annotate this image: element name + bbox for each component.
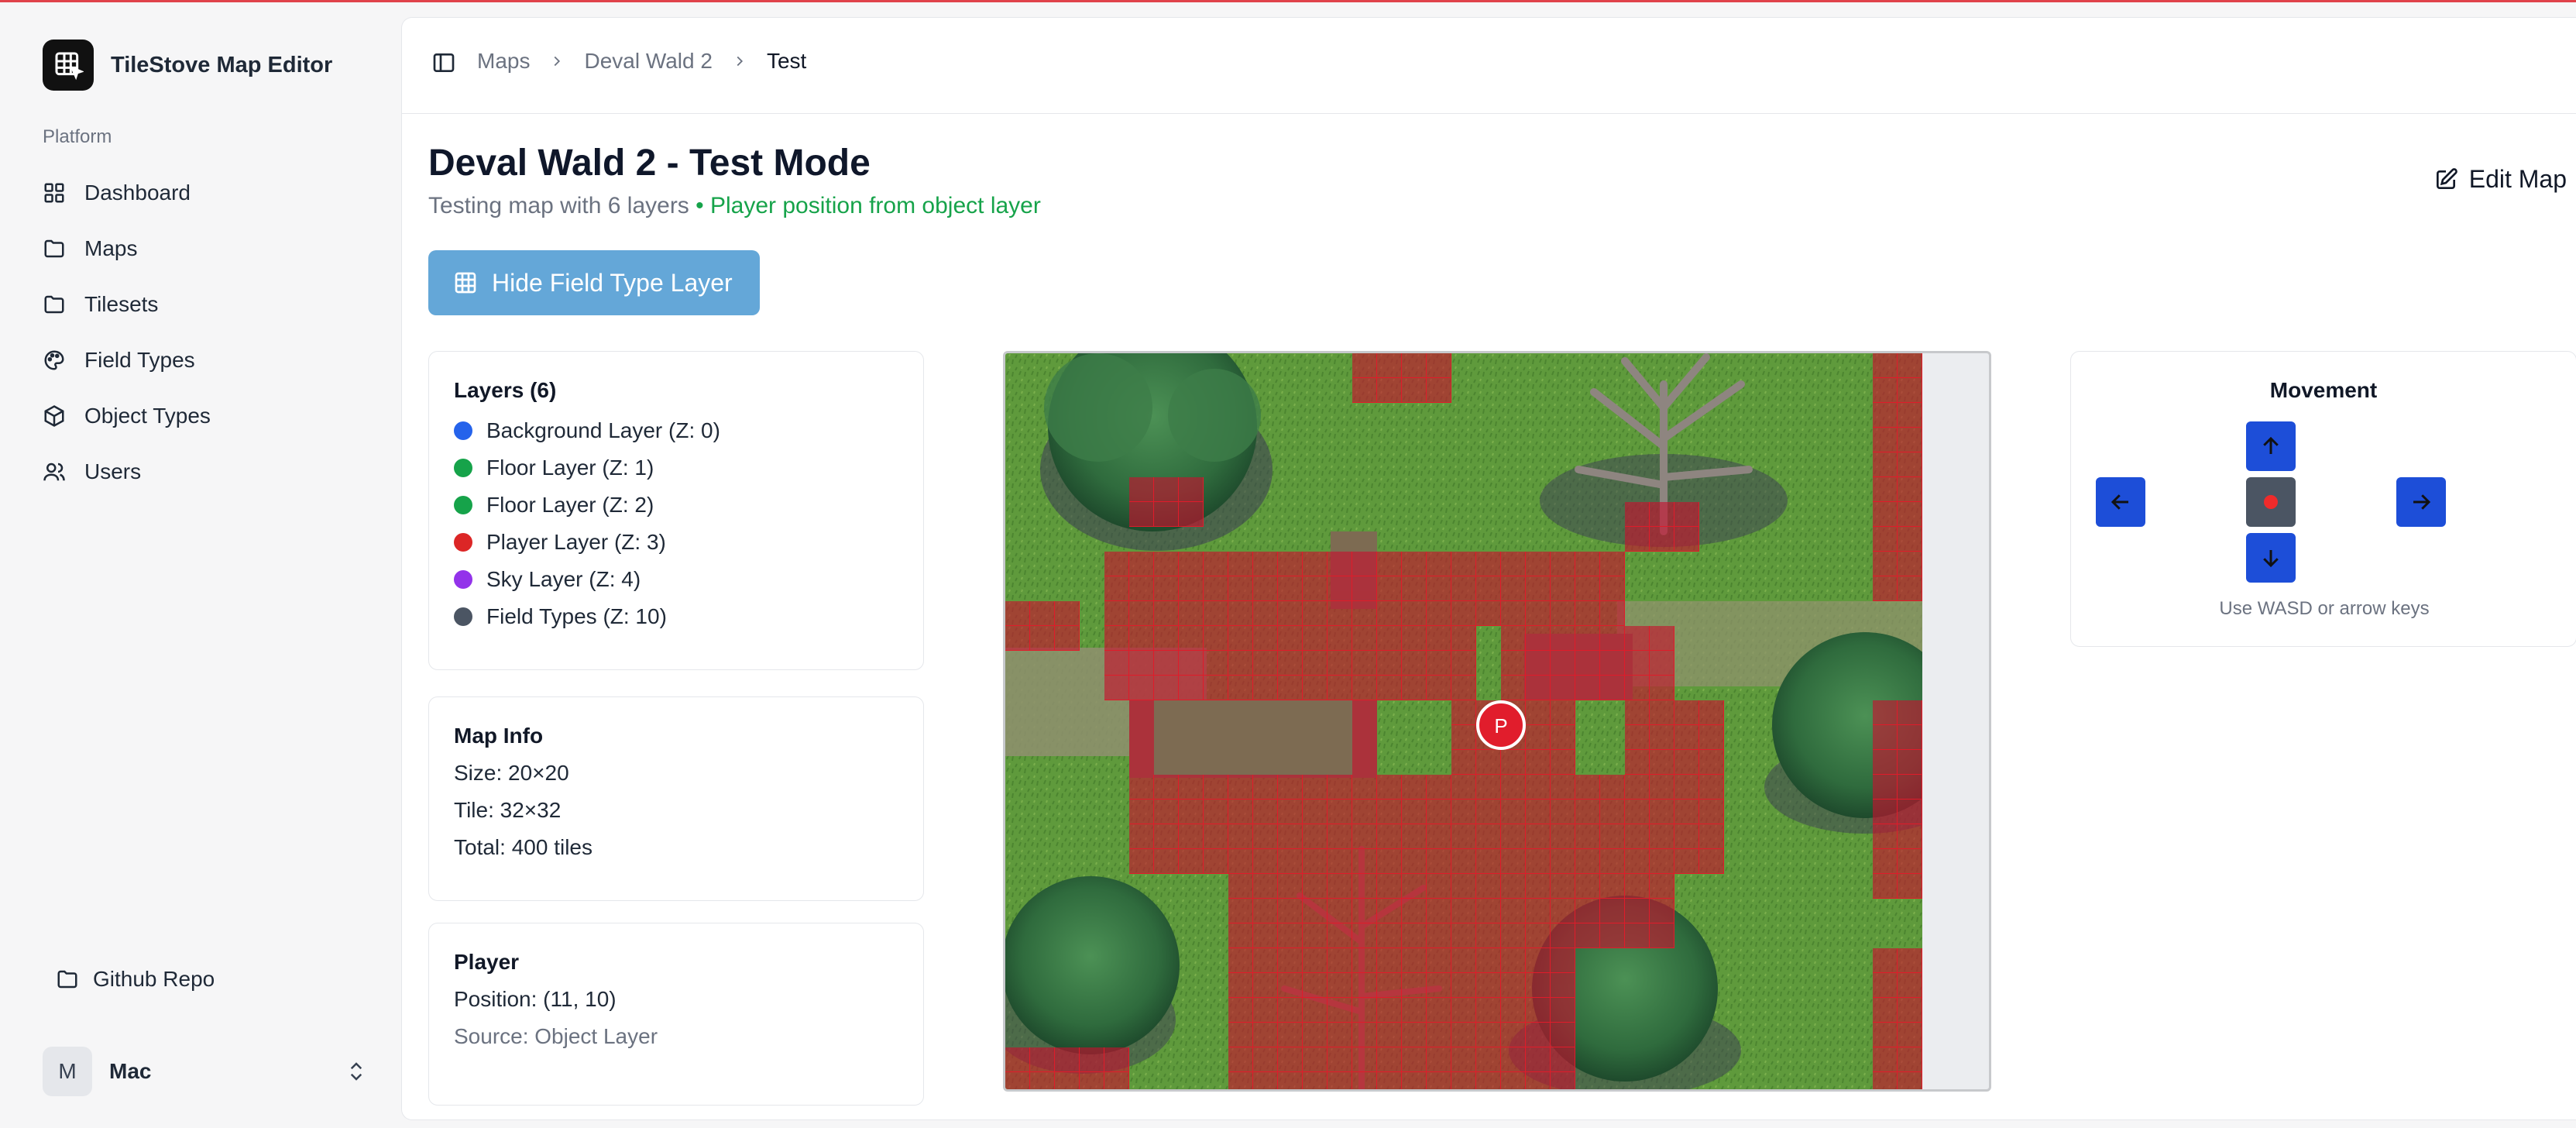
chevron-right-icon <box>737 56 743 67</box>
sidebar-nav: Dashboard Maps Tilesets Field Types Obje… <box>43 165 383 500</box>
sidebar-item-label: Dashboard <box>84 181 191 205</box>
breadcrumb-current: Test <box>766 49 807 73</box>
center-dot-icon <box>2264 495 2278 509</box>
sidebar-item-tilesets[interactable]: Tilesets <box>43 277 383 332</box>
sidebar-item-label: Users <box>84 459 142 483</box>
layer-item: Floor Layer (Z: 1) <box>454 449 898 487</box>
github-repo-link[interactable]: Github Repo <box>56 967 215 992</box>
app-name: TileStove Map Editor <box>111 52 333 77</box>
layer-item: Floor Layer (Z: 2) <box>454 487 898 524</box>
user-menu[interactable]: M Mac <box>43 1047 368 1096</box>
sidebar-item-label: Tilesets <box>84 292 159 316</box>
subtitle-highlight: • Player position from object layer <box>696 193 1041 218</box>
layer-color-dot <box>454 459 472 477</box>
layer-label: Background Layer (Z: 0) <box>486 418 720 442</box>
layer-label: Floor Layer (Z: 1) <box>486 456 654 480</box>
layers-title: Layers (6) <box>454 378 557 402</box>
edit-map-button[interactable]: Edit Map <box>2433 165 2567 194</box>
breadcrumb-maps[interactable]: Maps <box>477 49 530 74</box>
arrow-down-icon <box>2263 550 2279 568</box>
sidebar-item-object-types[interactable]: Object Types <box>43 388 383 444</box>
page-title: Deval Wald 2 - Test Mode <box>428 143 871 184</box>
main-panel: Maps Deval Wald 2 Test Deval Wald 2 - Te… <box>401 17 2576 1120</box>
grid-icon <box>44 183 64 203</box>
layer-color-dot <box>454 570 472 589</box>
sidebar-item-maps[interactable]: Maps <box>43 221 383 277</box>
movement-card: Movement Use WASD or arrow keys <box>2070 351 2576 647</box>
map-info-title: Map Info <box>454 724 544 748</box>
player-card: Player Position: (11, 10) Source: Object… <box>428 923 924 1106</box>
map-info-card: Map Info Size: 20×20 Tile: 32×32 Total: … <box>428 696 924 901</box>
layer-color-dot <box>454 421 472 440</box>
arrow-right-icon <box>2413 494 2431 510</box>
arrow-up-icon <box>2263 436 2279 454</box>
move-left-button[interactable] <box>2096 477 2145 527</box>
layer-label: Field Types (Z: 10) <box>486 604 667 628</box>
movement-hint: Use WASD or arrow keys <box>2219 598 2430 619</box>
player-marker-label: P <box>1494 714 1507 738</box>
avatar: M <box>43 1047 92 1096</box>
total-tiles: Total: 400 tiles <box>454 835 592 859</box>
grid-icon <box>455 272 476 294</box>
player-marker: P <box>1476 700 1526 750</box>
folder-icon <box>44 239 64 258</box>
layer-label: Floor Layer (Z: 2) <box>486 493 654 517</box>
hide-field-type-layer-label: Hide Field Type Layer <box>492 268 733 297</box>
sidebar-item-dashboard[interactable]: Dashboard <box>43 165 383 221</box>
layer-color-dot <box>454 533 472 552</box>
github-repo-label: Github Repo <box>93 967 215 991</box>
app-logo-icon <box>43 40 94 91</box>
brand[interactable]: TileStove Map Editor <box>43 40 332 91</box>
sidebar-item-label: Object Types <box>84 404 211 428</box>
layer-item: Field Types (Z: 10) <box>454 598 898 635</box>
sidebar-toggle-icon[interactable] <box>431 50 456 75</box>
sidebar-item-label: Maps <box>84 236 138 260</box>
chevron-right-icon <box>555 56 561 67</box>
folder-icon <box>44 295 64 314</box>
sidebar: TileStove Map Editor Platform Dashboard … <box>0 2 401 1128</box>
layers-card: Layers (6) Background Layer (Z: 0) Floor… <box>428 351 924 670</box>
subtitle-text: Testing map with 6 layers <box>428 193 689 218</box>
player-source: Source: Object Layer <box>454 1024 658 1048</box>
map-canvas[interactable]: P <box>1003 351 1991 1092</box>
topbar: Maps Deval Wald 2 Test <box>402 18 2576 114</box>
users-icon <box>43 463 65 481</box>
move-up-button[interactable] <box>2246 421 2296 471</box>
layer-item: Player Layer (Z: 3) <box>454 524 898 561</box>
layer-item: Background Layer (Z: 0) <box>454 412 898 449</box>
folder-icon <box>57 970 77 989</box>
chevrons-up-down-icon <box>350 1062 362 1081</box>
player-title: Player <box>454 950 520 974</box>
sidebar-item-users[interactable]: Users <box>43 444 383 500</box>
user-name: Mac <box>109 1059 152 1083</box>
move-right-button[interactable] <box>2396 477 2446 527</box>
layer-item: Sky Layer (Z: 4) <box>454 561 898 598</box>
layer-label: Player Layer (Z: 3) <box>486 530 666 554</box>
box-icon <box>44 405 64 427</box>
sidebar-item-label: Field Types <box>84 348 195 372</box>
move-down-button[interactable] <box>2246 533 2296 583</box>
movement-title: Movement <box>2269 378 2378 402</box>
layer-color-dot <box>454 496 472 514</box>
tile-size: Tile: 32×32 <box>454 798 562 822</box>
player-position: Position: (11, 10) <box>454 987 617 1011</box>
edit-map-label: Edit Map <box>2468 165 2567 193</box>
breadcrumb: Maps Deval Wald 2 Test <box>477 49 806 74</box>
layer-label: Sky Layer (Z: 4) <box>486 567 641 591</box>
tile-map: P <box>1005 353 1922 1089</box>
hide-field-type-layer-button[interactable]: Hide Field Type Layer <box>428 250 760 315</box>
sidebar-item-field-types[interactable]: Field Types <box>43 332 383 388</box>
sidebar-section-label: Platform <box>43 126 112 147</box>
layer-color-dot <box>454 607 472 626</box>
arrow-left-icon <box>2111 494 2128 510</box>
edit-icon <box>2436 167 2458 189</box>
map-size: Size: 20×20 <box>454 761 569 785</box>
breadcrumb-map[interactable]: Deval Wald 2 <box>584 49 712 74</box>
page-subtitle: Testing map with 6 layers • Player posit… <box>428 193 1041 219</box>
move-center-button[interactable] <box>2246 477 2296 527</box>
palette-icon <box>44 350 64 370</box>
